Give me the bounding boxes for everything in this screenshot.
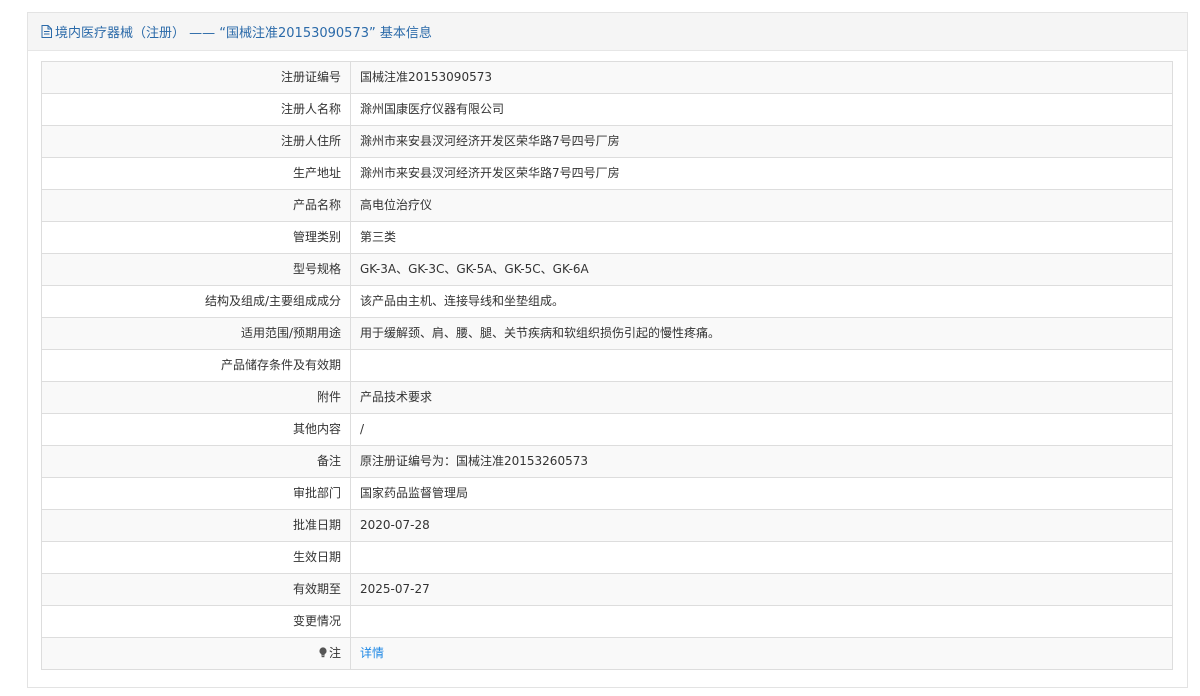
row-value: / [350, 413, 1173, 446]
row-label: 备注 [41, 445, 351, 478]
info-table: 注册证编号 国械注准20153090573 注册人名称 滁州国康医疗仪器有限公司 注册人… [41, 61, 1173, 670]
details-link[interactable]: 详情 [360, 646, 384, 660]
row-value [350, 349, 1173, 382]
table-row-note: 注 详情 [41, 637, 1173, 670]
table-row: 产品储存条件及有效期 [41, 349, 1173, 382]
row-value: 2020-07-28 [350, 509, 1173, 542]
row-value: 第三类 [350, 221, 1173, 254]
row-label: 注册人住所 [41, 125, 351, 158]
table-row: 附件 产品技术要求 [41, 381, 1173, 414]
row-value [350, 541, 1173, 574]
row-label: 生效日期 [41, 541, 351, 574]
table-row: 变更情况 [41, 605, 1173, 638]
row-label: 有效期至 [41, 573, 351, 606]
row-label: 产品储存条件及有效期 [41, 349, 351, 382]
table-row: 其他内容 / [41, 413, 1173, 446]
row-label: 适用范围/预期用途 [41, 317, 351, 350]
table-row: 批准日期 2020-07-28 [41, 509, 1173, 542]
row-value: GK-3A、GK-3C、GK-5A、GK-5C、GK-6A [350, 253, 1173, 286]
row-value: 该产品由主机、连接导线和坐垫组成。 [350, 285, 1173, 318]
lightbulb-icon [318, 639, 328, 658]
table-row: 生效日期 [41, 541, 1173, 574]
row-value: 滁州国康医疗仪器有限公司 [350, 93, 1173, 126]
document-icon [41, 25, 52, 38]
row-label: 生产地址 [41, 157, 351, 190]
row-value: 详情 [350, 637, 1173, 670]
table-row: 注册人住所 滁州市来安县汊河经济开发区荣华路7号四号厂房 [41, 125, 1173, 158]
row-label: 管理类别 [41, 221, 351, 254]
table-row: 型号规格 GK-3A、GK-3C、GK-5A、GK-5C、GK-6A [41, 253, 1173, 286]
table-row: 产品名称 高电位治疗仪 [41, 189, 1173, 222]
row-value: 国械注准20153090573 [350, 61, 1173, 94]
row-value: 用于缓解颈、肩、腰、腿、关节疾病和软组织损伤引起的慢性疼痛。 [350, 317, 1173, 350]
row-value: 国家药品监督管理局 [350, 477, 1173, 510]
row-label: 其他内容 [41, 413, 351, 446]
row-label: 变更情况 [41, 605, 351, 638]
table-row: 注册人名称 滁州国康医疗仪器有限公司 [41, 93, 1173, 126]
row-value: 2025-07-27 [350, 573, 1173, 606]
note-label: 注 [328, 646, 341, 660]
row-value: 产品技术要求 [350, 381, 1173, 414]
row-label: 附件 [41, 381, 351, 414]
row-label: 注册证编号 [41, 61, 351, 94]
row-value [350, 605, 1173, 638]
row-label: 批准日期 [41, 509, 351, 542]
page-title: 境内医疗器械（注册） —— “国械注准20153090573” 基本信息 [55, 26, 432, 41]
table-row: 适用范围/预期用途 用于缓解颈、肩、腰、腿、关节疾病和软组织损伤引起的慢性疼痛。 [41, 317, 1173, 350]
table-row: 注册证编号 国械注准20153090573 [41, 61, 1173, 94]
row-label: 型号规格 [41, 253, 351, 286]
table-row: 生产地址 滁州市来安县汊河经济开发区荣华路7号四号厂房 [41, 157, 1173, 190]
info-panel: 境内医疗器械（注册） —— “国械注准20153090573” 基本信息 注册证… [27, 12, 1188, 688]
row-label: 结构及组成/主要组成成分 [41, 285, 351, 318]
row-label: 注 [41, 637, 351, 670]
table-row: 管理类别 第三类 [41, 221, 1173, 254]
table-row: 审批部门 国家药品监督管理局 [41, 477, 1173, 510]
panel-header: 境内医疗器械（注册） —— “国械注准20153090573” 基本信息 [28, 13, 1187, 51]
table-row: 有效期至 2025-07-27 [41, 573, 1173, 606]
table-row: 结构及组成/主要组成成分 该产品由主机、连接导线和坐垫组成。 [41, 285, 1173, 318]
row-value: 高电位治疗仪 [350, 189, 1173, 222]
row-label: 注册人名称 [41, 93, 351, 126]
table-row: 备注 原注册证编号为：国械注准20153260573 [41, 445, 1173, 478]
row-label: 产品名称 [41, 189, 351, 222]
row-value: 滁州市来安县汊河经济开发区荣华路7号四号厂房 [350, 125, 1173, 158]
row-label: 审批部门 [41, 477, 351, 510]
row-value: 原注册证编号为：国械注准20153260573 [350, 445, 1173, 478]
row-value: 滁州市来安县汊河经济开发区荣华路7号四号厂房 [350, 157, 1173, 190]
